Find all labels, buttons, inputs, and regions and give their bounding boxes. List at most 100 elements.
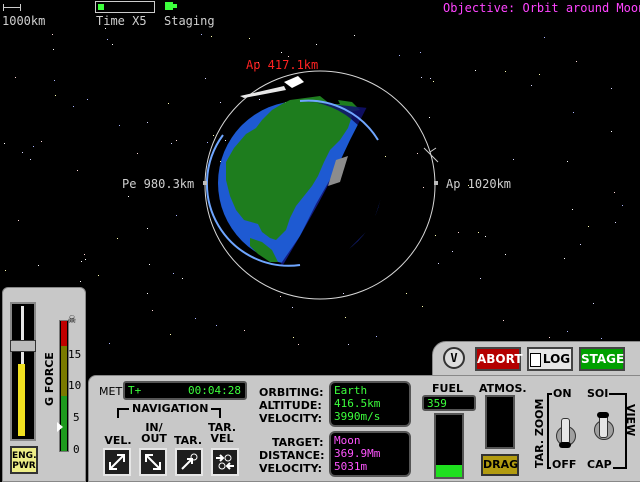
star: [421, 77, 422, 78]
star: [147, 122, 148, 123]
g-force-label: G FORCE: [43, 352, 56, 406]
throttle-level: [18, 364, 25, 436]
star: [176, 215, 177, 216]
altitude-label: ALTITUDE:: [259, 399, 322, 412]
star: [77, 170, 78, 171]
star: [406, 293, 407, 294]
star: [549, 337, 550, 338]
target-label: TARGET:: [272, 436, 324, 449]
tar-zoom-label: TAR. ZOOM: [533, 398, 546, 468]
star: [107, 39, 108, 40]
periapsis-label: Pe 980.3km: [122, 177, 195, 191]
star: [480, 278, 481, 279]
cap-label: CAP: [586, 458, 613, 471]
control-strip: V ABORT LOG STAGE: [432, 341, 640, 379]
star: [531, 85, 532, 86]
star: [152, 310, 153, 311]
star: [225, 140, 226, 141]
star: [420, 52, 421, 53]
g-force-pointer: [57, 422, 63, 432]
star: [622, 205, 623, 206]
star: [182, 278, 183, 279]
velocity-value: 3990m/s: [334, 410, 381, 423]
star: [73, 106, 74, 107]
nav-vel-button[interactable]: [103, 448, 131, 476]
star: [293, 337, 294, 338]
chevron-down-icon[interactable]: V: [443, 347, 465, 369]
off-label: OFF: [551, 458, 578, 471]
spacecraft: [240, 76, 304, 98]
star: [168, 103, 169, 104]
nav-tar-button[interactable]: [175, 448, 203, 476]
g-tick-10: 10: [68, 379, 82, 392]
star: [112, 44, 113, 45]
star: [137, 153, 138, 154]
drag-label: DRAG: [483, 458, 519, 471]
view-label: VIEW: [624, 404, 637, 437]
star: [18, 220, 19, 221]
star: [80, 281, 81, 282]
target-velocity-icon: [216, 454, 234, 470]
throttle-handle[interactable]: [10, 340, 36, 352]
eng-pwr-label: ENG. PWR: [12, 451, 37, 471]
star: [128, 196, 129, 197]
star: [176, 140, 177, 141]
star: [614, 192, 615, 193]
star: [105, 28, 106, 29]
eng-pwr-button[interactable]: ENG. PWR: [10, 446, 38, 474]
star: [417, 153, 418, 154]
star: [458, 232, 459, 233]
star: [513, 159, 514, 160]
navigation-title: NAVIGATION: [129, 402, 212, 415]
star: [601, 338, 602, 339]
met-time: 00:04:28: [188, 384, 241, 397]
abort-label: ABORT: [477, 352, 523, 366]
star: [259, 99, 260, 100]
star: [422, 306, 423, 307]
star: [611, 131, 612, 132]
velocity-label: VELOCITY:: [259, 412, 323, 425]
star: [147, 293, 148, 294]
star: [399, 55, 400, 56]
nav-inout-button[interactable]: [139, 448, 167, 476]
stage-button[interactable]: STAGE: [579, 347, 625, 371]
star: [173, 273, 174, 274]
nav-inout-label: IN/ OUT: [141, 421, 167, 445]
target-marker: [423, 147, 439, 163]
soi-cap-switch[interactable]: [594, 412, 614, 440]
star: [55, 95, 56, 96]
star: [593, 303, 594, 304]
star: [429, 117, 430, 118]
staging-indicator: [165, 2, 177, 10]
skull-icon: ☠: [68, 312, 76, 327]
met-prefix: T+: [128, 384, 142, 397]
time-warp-label: Time X5: [96, 14, 147, 28]
star: [288, 56, 289, 57]
fuel-gauge: [434, 413, 464, 479]
nav-tarvel-button[interactable]: [211, 448, 239, 476]
star: [505, 71, 506, 72]
star: [385, 156, 386, 157]
star: [615, 222, 616, 223]
star: [485, 236, 486, 237]
tar-zoom-switch[interactable]: [556, 418, 576, 448]
abort-button[interactable]: ABORT: [475, 347, 523, 371]
star: [348, 344, 349, 345]
orbiting-value: Earth: [334, 384, 368, 397]
star: [201, 34, 202, 35]
star: [580, 244, 581, 245]
star: [438, 263, 439, 264]
fuel-label: FUEL: [432, 382, 463, 395]
fuel-display: 359: [422, 395, 476, 411]
log-button[interactable]: LOG: [527, 347, 573, 371]
distance-label: DISTANCE:: [259, 449, 325, 462]
star: [292, 307, 293, 308]
star: [220, 102, 221, 103]
star: [544, 37, 545, 38]
star: [81, 261, 82, 262]
star: [109, 343, 110, 344]
star: [149, 264, 150, 265]
time-warp-bar[interactable]: [95, 1, 155, 13]
throttle-track[interactable]: [10, 302, 36, 441]
star: [38, 265, 39, 266]
